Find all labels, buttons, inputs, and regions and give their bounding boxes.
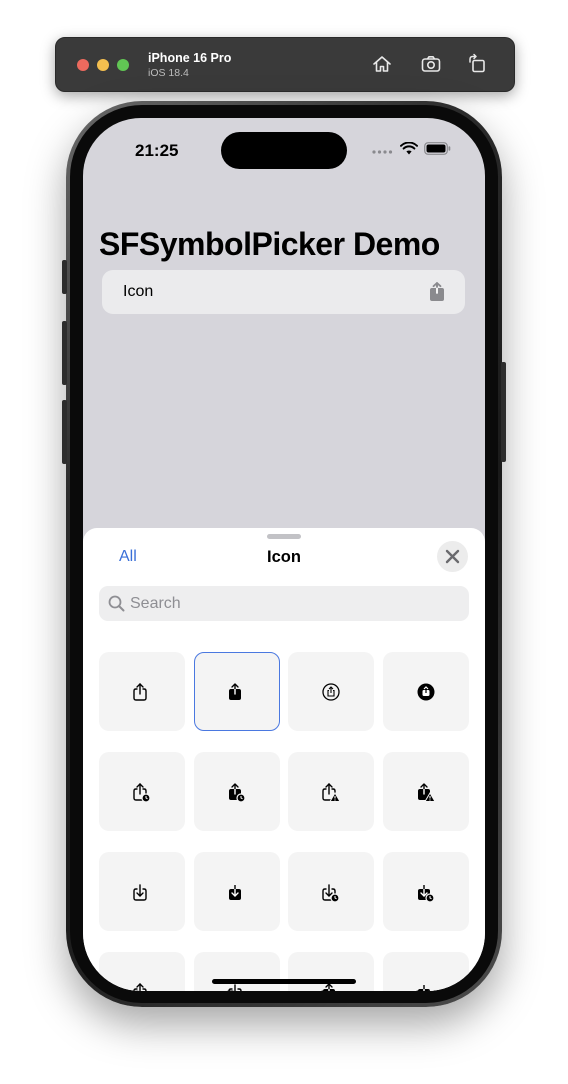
page-title: SFSymbolPicker Demo: [99, 226, 440, 262]
symbol-picker-sheet: Icon All Search: [83, 528, 485, 991]
volume-down-button: [62, 400, 67, 464]
icon-row[interactable]: Icon: [102, 270, 465, 314]
dynamic-island: [221, 132, 347, 169]
side-button: [501, 362, 506, 462]
phone-screen: 21:25 SFSymbolPicker Demo Icon Icon All: [83, 118, 485, 991]
search-placeholder: Search: [130, 595, 181, 612]
symbol-tile[interactable]: [288, 952, 374, 991]
os-version: iOS 18.4: [148, 67, 189, 79]
volume-up-button: [62, 321, 67, 385]
action-button: [62, 260, 67, 294]
magnifyingglass-icon: [108, 595, 125, 617]
cellular-dots-icon: [372, 142, 394, 160]
sheet-grabber[interactable]: [267, 534, 301, 539]
square-and-arrow-up-fill-icon: [429, 282, 445, 307]
symbol-tile[interactable]: [383, 752, 469, 831]
all-button[interactable]: All: [119, 548, 137, 566]
symbol-tile[interactable]: [194, 652, 280, 731]
home-icon[interactable]: [371, 53, 393, 75]
close-button[interactable]: [437, 541, 468, 572]
status-icons: [372, 141, 451, 160]
symbol-tile[interactable]: [99, 952, 185, 991]
wifi-icon: [400, 141, 418, 160]
sheet-title: Icon: [267, 548, 301, 566]
zoom-window-button[interactable]: [117, 59, 129, 71]
search-field[interactable]: Search: [99, 586, 469, 621]
status-time: 21:25: [135, 141, 179, 160]
minimize-window-button[interactable]: [97, 59, 109, 71]
xmark-icon: [445, 549, 460, 564]
symbol-tile[interactable]: [383, 952, 469, 991]
symbol-tile[interactable]: [383, 652, 469, 731]
symbol-tile[interactable]: [194, 752, 280, 831]
icon-row-label: Icon: [123, 283, 154, 300]
symbol-tile[interactable]: [99, 852, 185, 931]
close-window-button[interactable]: [77, 59, 89, 71]
symbol-tile[interactable]: [194, 852, 280, 931]
symbol-tile[interactable]: [288, 652, 374, 731]
symbol-tile[interactable]: [288, 852, 374, 931]
symbol-tile[interactable]: [383, 852, 469, 931]
battery-icon: [424, 142, 451, 160]
home-indicator[interactable]: [212, 979, 356, 984]
symbol-tile[interactable]: [194, 952, 280, 991]
symbol-tile[interactable]: [99, 752, 185, 831]
symbol-tile[interactable]: [99, 652, 185, 731]
symbol-tile[interactable]: [288, 752, 374, 831]
device-name: iPhone 16 Pro: [148, 51, 232, 65]
simulator-title-bar: iPhone 16 Pro iOS 18.4: [55, 37, 515, 92]
rotate-icon[interactable]: [466, 53, 488, 75]
screenshot-icon[interactable]: [420, 53, 442, 75]
